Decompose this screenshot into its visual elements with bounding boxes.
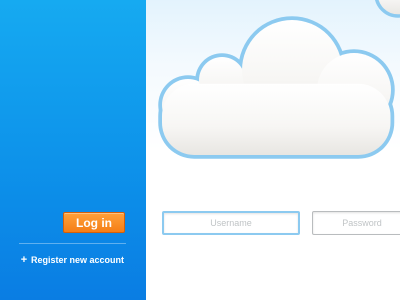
main-panel xyxy=(146,0,400,300)
sidebar: Log in + Register new account xyxy=(0,0,146,300)
plus-icon: + xyxy=(20,254,28,266)
login-screen: Log in + Register new account xyxy=(0,0,400,300)
username-field[interactable] xyxy=(162,211,300,235)
register-new-account-link[interactable]: + Register new account xyxy=(20,254,124,266)
cloud-icon xyxy=(158,16,395,159)
login-button[interactable]: Log in xyxy=(63,212,125,233)
password-field[interactable] xyxy=(312,211,400,235)
small-cloud-icon xyxy=(375,0,400,18)
divider xyxy=(19,243,126,244)
cloud-illustration xyxy=(158,0,400,159)
register-link-label: Register new account xyxy=(31,255,125,265)
